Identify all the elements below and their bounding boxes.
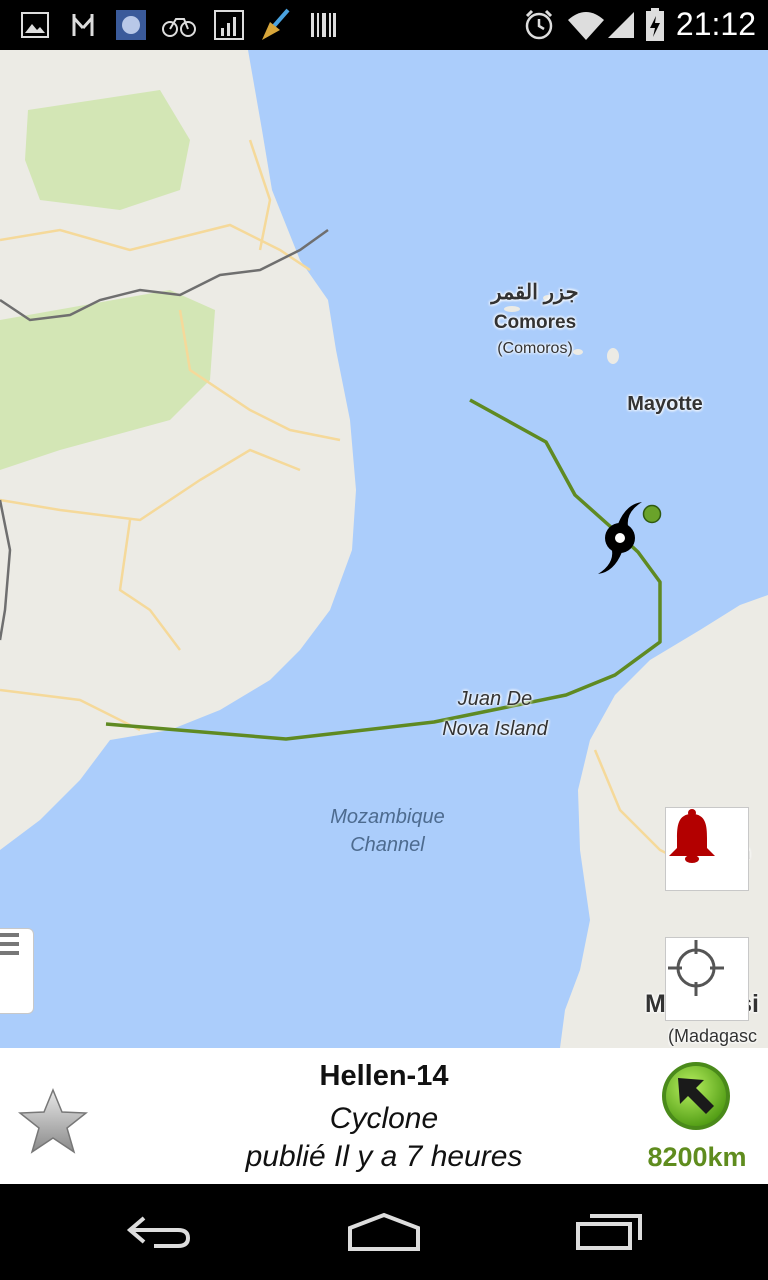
map-view[interactable]: جزر القمر Comores (Comoros) Mayotte Juan…	[0, 50, 768, 1048]
navigation-bar	[0, 1184, 768, 1280]
label-mayotte: Mayotte	[627, 393, 703, 415]
position-dot	[642, 504, 662, 524]
hamburger-icon	[0, 933, 19, 955]
recent-apps-button[interactable]	[564, 1204, 654, 1260]
tripod-icon	[66, 8, 100, 42]
bicycle-icon	[162, 8, 196, 42]
label-comoros: Comores	[493, 312, 577, 333]
home-button[interactable]	[339, 1204, 429, 1260]
cyclone-type: Cyclone	[329, 1102, 439, 1135]
my-location-button[interactable]	[665, 937, 749, 1021]
wifi-icon	[566, 8, 606, 42]
label-madagascar-en: (Madagasc	[668, 1026, 758, 1046]
barcode-icon	[306, 8, 340, 42]
distance-value: 8200km	[647, 1142, 747, 1172]
crosshair-icon	[668, 940, 724, 996]
label-comoros-en: (Comoros)	[497, 340, 573, 357]
status-bar: 21:12	[0, 0, 768, 50]
broom-icon	[258, 8, 292, 42]
map-canvas	[0, 50, 768, 1048]
direction-button[interactable]	[660, 1060, 732, 1132]
home-icon	[348, 1212, 420, 1251]
label-juan-de-nova-1: Juan De	[457, 688, 533, 710]
side-menu-button[interactable]	[0, 928, 34, 1014]
back-icon	[126, 1216, 191, 1248]
bell-icon	[669, 809, 715, 863]
alert-button[interactable]	[665, 807, 749, 891]
cyclone-name: Hellen-14	[319, 1060, 449, 1092]
back-button[interactable]	[114, 1204, 204, 1260]
status-time: 21:12	[675, 6, 756, 42]
signal-chart-icon	[212, 8, 246, 42]
alarm-icon	[522, 8, 556, 42]
recent-apps-icon	[576, 1214, 642, 1250]
label-comoros-arabic: جزر القمر	[491, 281, 579, 304]
label-mozambique-channel-1: Mozambique	[330, 806, 445, 828]
arrow-up-left-icon	[662, 1062, 730, 1130]
cyclone-info-panel: Hellen-14 Cyclone publié Il y a 7 heures…	[0, 1048, 768, 1184]
label-juan-de-nova-2: Nova Island	[442, 718, 548, 740]
cell-signal-icon	[604, 8, 638, 42]
battery-charging-icon	[638, 8, 672, 42]
app-thumbnail-icon	[114, 8, 148, 42]
gallery-icon	[18, 8, 52, 42]
label-mozambique-channel-2: Channel	[350, 834, 425, 856]
forest-area	[25, 90, 190, 210]
